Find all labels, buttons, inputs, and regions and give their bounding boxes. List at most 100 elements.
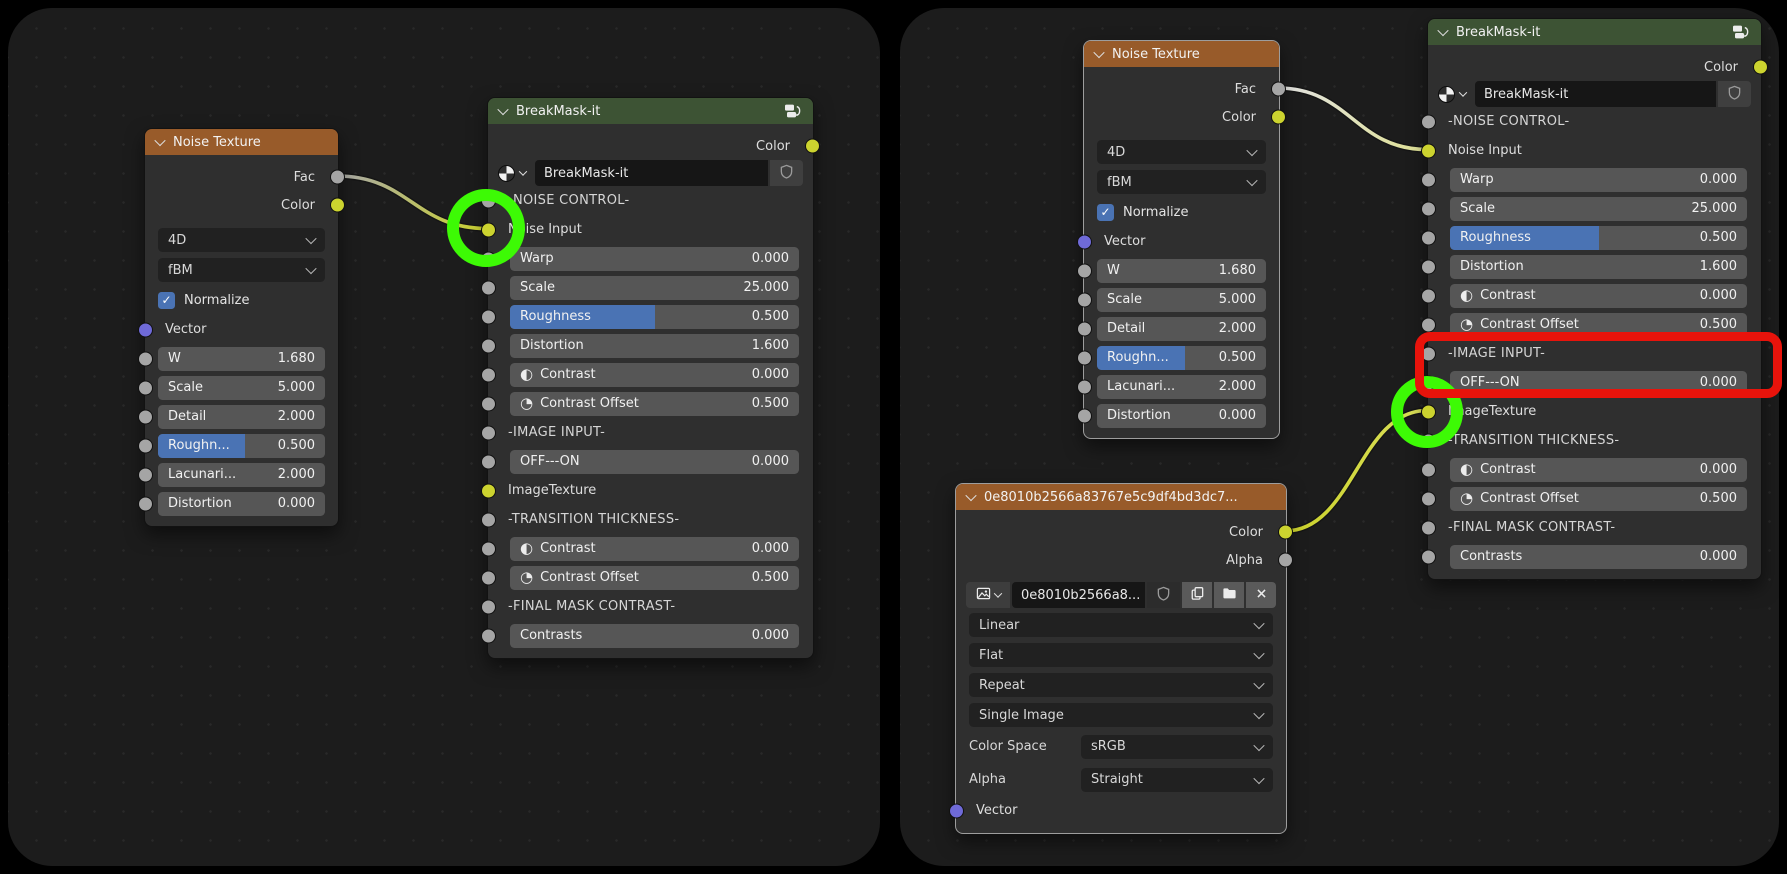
dropdown-srgb[interactable]: sRGB: [1081, 735, 1273, 759]
section-noise-control-socket[interactable]: [1421, 114, 1436, 129]
slider-contrast-offset[interactable]: ◔Contrast Offset0.500: [1450, 487, 1747, 511]
node-header-0e8010b2566a83767e5c9df4bd3dc7[interactable]: 0e8010b2566a83767e5c9df4bd3dc7...: [956, 484, 1286, 510]
slider-contrast[interactable]: ◐Contrast0.000: [1450, 458, 1747, 482]
input-roughn-socket[interactable]: [138, 438, 153, 453]
slider-lacunari[interactable]: Lacunari...2.000: [1097, 375, 1266, 399]
fake-user-button[interactable]: [1147, 582, 1180, 608]
input-contrast-offset-socket[interactable]: [1421, 491, 1436, 506]
fake-user-button[interactable]: [770, 160, 803, 186]
slider-scale[interactable]: Scale5.000: [158, 376, 325, 400]
input-imagetexture-socket[interactable]: [481, 483, 496, 498]
input-warp-socket[interactable]: [1421, 172, 1436, 187]
input-vector-socket[interactable]: [138, 322, 153, 337]
dropdown-flat[interactable]: Flat: [969, 643, 1273, 667]
slider-roughness[interactable]: Roughness0.500: [1450, 226, 1747, 250]
slider-distortion[interactable]: Distortion0.000: [1097, 404, 1266, 428]
node-header-noise-texture[interactable]: Noise Texture: [1084, 41, 1279, 67]
duplicate-image-button[interactable]: [1182, 582, 1212, 608]
input-lacunari-socket[interactable]: [138, 467, 153, 482]
input-scale-socket[interactable]: [138, 380, 153, 395]
input-off-on-socket[interactable]: [481, 454, 496, 469]
node-group-name-field[interactable]: BreakMask-it: [1475, 81, 1716, 107]
slider-w[interactable]: W1.680: [158, 347, 325, 371]
node-group-name-field[interactable]: BreakMask-it: [535, 160, 768, 186]
input-noise-input-socket[interactable]: [1421, 143, 1436, 158]
output-alpha-socket[interactable]: [1278, 553, 1293, 568]
input-roughness-socket[interactable]: [481, 309, 496, 324]
input-distortion-socket[interactable]: [1077, 408, 1092, 423]
input-detail-socket[interactable]: [1077, 321, 1092, 336]
slider-roughness[interactable]: Roughness0.500: [510, 305, 799, 329]
input-contrast-offset-socket[interactable]: [481, 396, 496, 411]
slider-scale[interactable]: Scale25.000: [510, 276, 799, 300]
node-header-breakmask-it[interactable]: BreakMask-it: [488, 98, 813, 124]
checkbox-normalize[interactable]: ✓: [1097, 204, 1114, 221]
browse-image-button[interactable]: [966, 582, 1010, 608]
input-scale-socket[interactable]: [481, 280, 496, 295]
slider-roughn[interactable]: Roughn...0.500: [1097, 346, 1266, 370]
slider-off-on[interactable]: OFF---ON0.000: [510, 450, 799, 474]
fake-user-button[interactable]: [1718, 81, 1751, 107]
slider-contrast[interactable]: ◐Contrast0.000: [510, 537, 799, 561]
slider-warp[interactable]: Warp0.000: [1450, 168, 1747, 192]
slider-detail[interactable]: Detail2.000: [1097, 317, 1266, 341]
input-distortion-socket[interactable]: [1421, 259, 1436, 274]
dropdown-straight[interactable]: Straight: [1081, 768, 1273, 792]
output-color-socket[interactable]: [1271, 110, 1286, 125]
dropdown-linear[interactable]: Linear: [969, 613, 1273, 637]
input-distortion-socket[interactable]: [481, 338, 496, 353]
input-vector-socket[interactable]: [1077, 234, 1092, 249]
input-scale-socket[interactable]: [1077, 292, 1092, 307]
slider-contrast-offset[interactable]: ◔Contrast Offset0.500: [510, 566, 799, 590]
output-color-socket[interactable]: [805, 139, 820, 154]
slider-contrast[interactable]: ◐Contrast0.000: [510, 363, 799, 387]
input-roughn-socket[interactable]: [1077, 350, 1092, 365]
input-contrast-socket[interactable]: [1421, 462, 1436, 477]
input-contrast-socket[interactable]: [481, 367, 496, 382]
slider-scale[interactable]: Scale25.000: [1450, 197, 1747, 221]
section-final-mask-contrast-socket[interactable]: [481, 599, 496, 614]
input-distortion-socket[interactable]: [138, 496, 153, 511]
slider-contrasts[interactable]: Contrasts0.000: [1450, 545, 1747, 569]
section-transition-thickness-socket[interactable]: [481, 512, 496, 527]
dropdown-4d[interactable]: 4D: [158, 228, 325, 252]
slider-w[interactable]: W1.680: [1097, 259, 1266, 283]
node-header-breakmask-it[interactable]: BreakMask-it: [1428, 19, 1761, 45]
dropdown-4d[interactable]: 4D: [1097, 140, 1266, 164]
input-contrast-socket[interactable]: [481, 541, 496, 556]
open-image-button[interactable]: [1214, 582, 1244, 608]
dropdown-repeat[interactable]: Repeat: [969, 673, 1273, 697]
node-header-noise-texture[interactable]: Noise Texture: [145, 129, 338, 155]
slider-roughn[interactable]: Roughn...0.500: [158, 434, 325, 458]
input-contrast-offset-socket[interactable]: [481, 570, 496, 585]
dropdown-single-image[interactable]: Single Image: [969, 703, 1273, 727]
output-fac-socket[interactable]: [1271, 82, 1286, 97]
slider-distortion[interactable]: Distortion1.600: [1450, 255, 1747, 279]
image-name-field[interactable]: 0e8010b2566a8...: [1012, 582, 1145, 608]
input-w-socket[interactable]: [1077, 263, 1092, 278]
slider-distortion[interactable]: Distortion0.000: [158, 492, 325, 516]
input-contrast-socket[interactable]: [1421, 288, 1436, 303]
output-color-socket[interactable]: [1753, 60, 1768, 75]
input-contrasts-socket[interactable]: [1421, 549, 1436, 564]
output-color-socket[interactable]: [330, 198, 345, 213]
dropdown-fbm[interactable]: fBM: [1097, 170, 1266, 194]
input-contrasts-socket[interactable]: [481, 628, 496, 643]
checkbox-normalize[interactable]: ✓: [158, 292, 175, 309]
input-contrast-offset-socket[interactable]: [1421, 317, 1436, 332]
input-w-socket[interactable]: [138, 351, 153, 366]
section-image-input-socket[interactable]: [481, 425, 496, 440]
slider-contrast-offset[interactable]: ◔Contrast Offset0.500: [510, 392, 799, 416]
slider-scale[interactable]: Scale5.000: [1097, 288, 1266, 312]
output-color-socket[interactable]: [1278, 525, 1293, 540]
input-roughness-socket[interactable]: [1421, 230, 1436, 245]
output-fac-socket[interactable]: [330, 170, 345, 185]
input-detail-socket[interactable]: [138, 409, 153, 424]
section-final-mask-contrast-socket[interactable]: [1421, 520, 1436, 535]
slider-contrast[interactable]: ◐Contrast0.000: [1450, 284, 1747, 308]
slider-distortion[interactable]: Distortion1.600: [510, 334, 799, 358]
unlink-image-button[interactable]: [1246, 582, 1276, 608]
slider-contrasts[interactable]: Contrasts0.000: [510, 624, 799, 648]
slider-warp[interactable]: Warp0.000: [510, 247, 799, 271]
slider-detail[interactable]: Detail2.000: [158, 405, 325, 429]
